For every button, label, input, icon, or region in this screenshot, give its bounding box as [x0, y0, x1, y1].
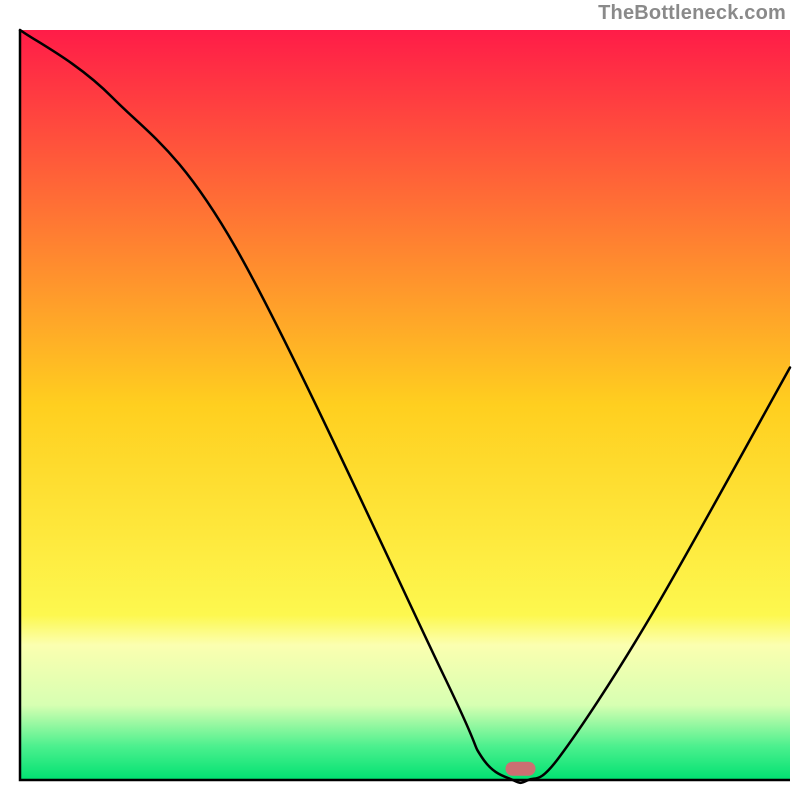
- gradient-background: [20, 30, 790, 780]
- bottleneck-chart: [0, 0, 800, 800]
- optimal-point-marker: [506, 762, 536, 776]
- chart-container: TheBottleneck.com: [0, 0, 800, 800]
- plot-area: [20, 30, 790, 783]
